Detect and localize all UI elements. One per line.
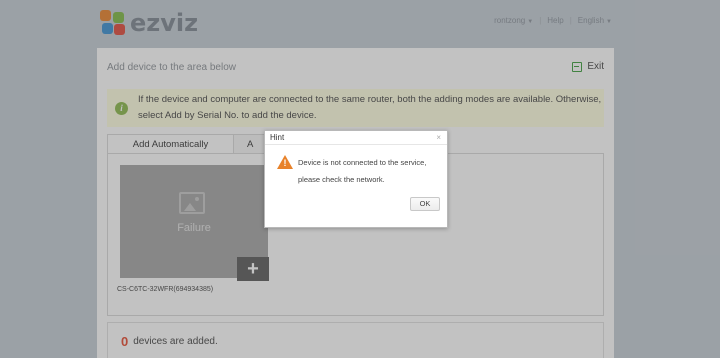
dialog-message-line1: Device is not connected to the service,: [298, 158, 427, 167]
warning-mark: !: [283, 158, 287, 168]
close-icon[interactable]: ×: [436, 131, 441, 145]
ok-button[interactable]: OK: [410, 197, 440, 211]
dialog-titlebar: Hint ×: [265, 131, 447, 145]
dialog-title: Hint: [270, 133, 285, 142]
dialog-message-line2: please check the network.: [298, 175, 385, 184]
hint-dialog: Hint × ! Device is not connected to the …: [264, 130, 448, 228]
